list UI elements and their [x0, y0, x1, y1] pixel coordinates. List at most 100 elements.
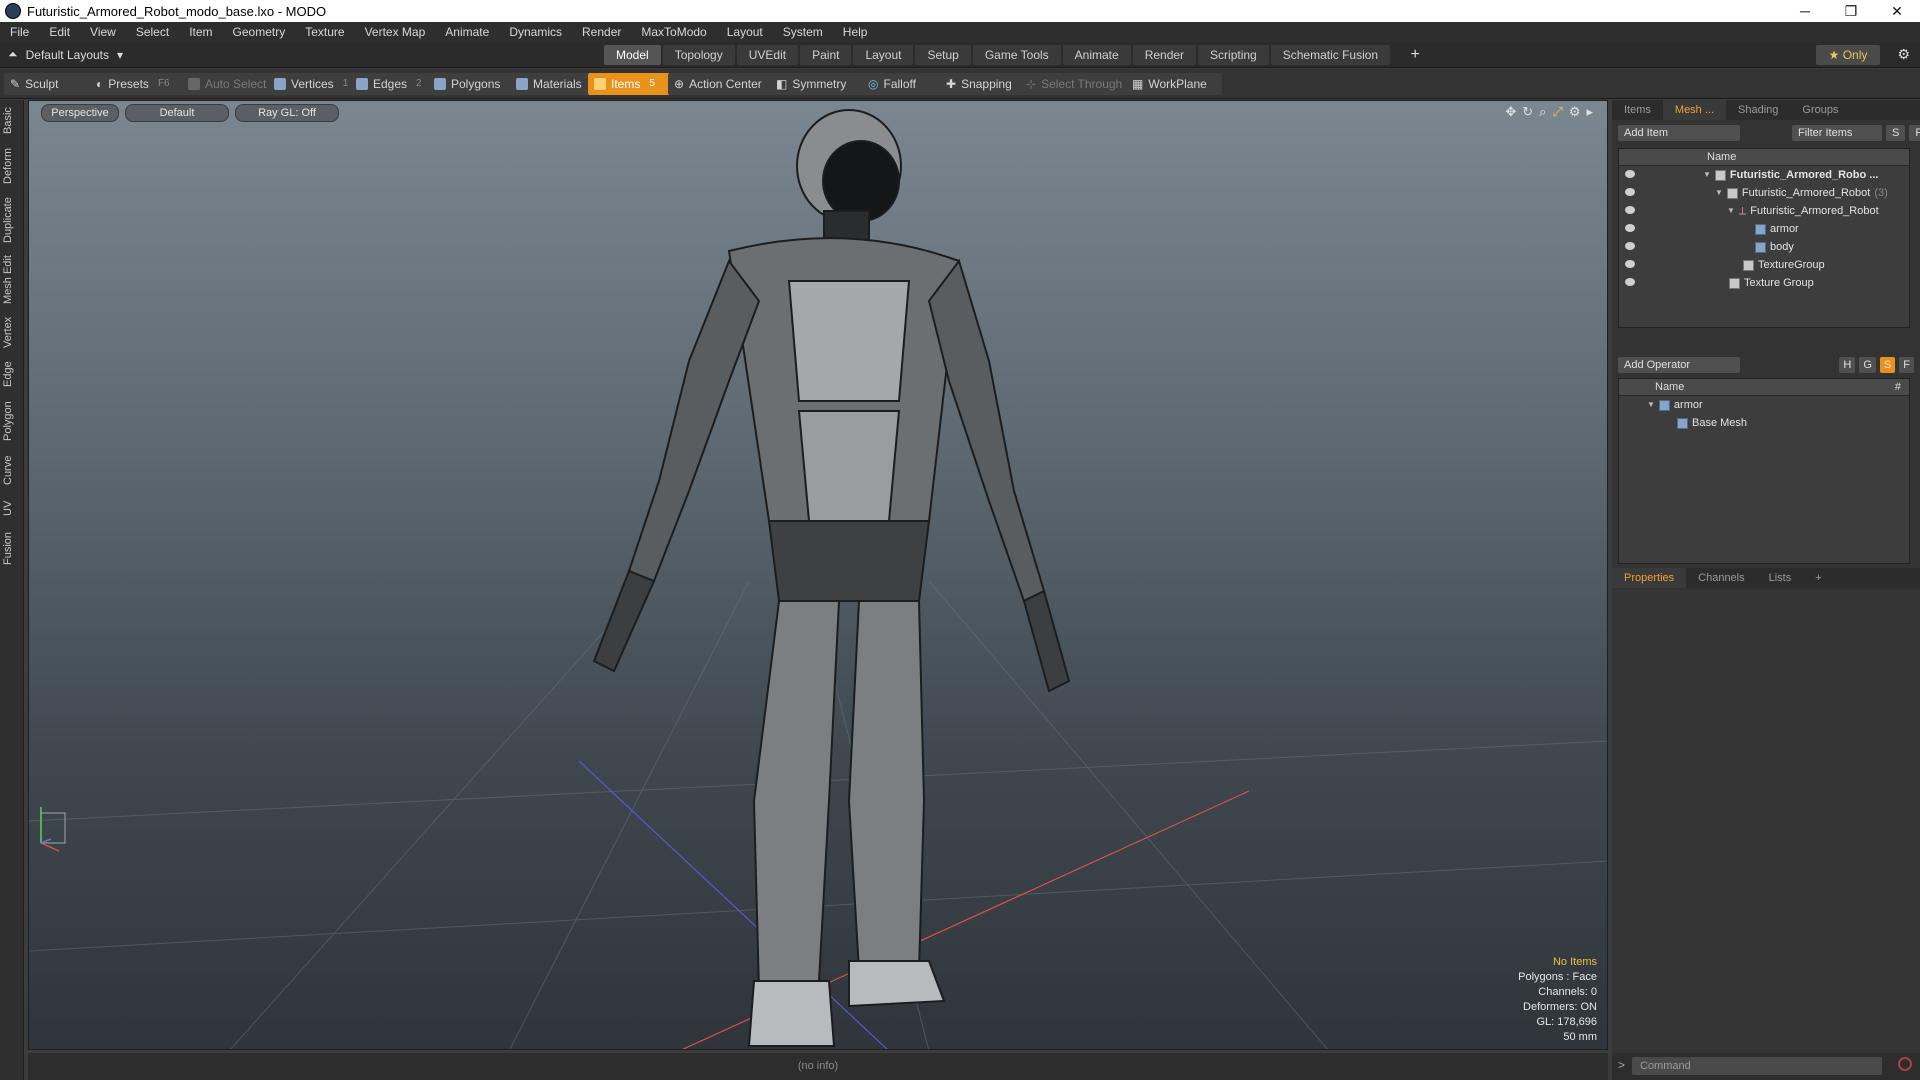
- rotate-icon[interactable]: ↻: [1522, 104, 1533, 120]
- tab-properties[interactable]: Properties: [1612, 568, 1687, 588]
- h-button[interactable]: H: [1839, 357, 1856, 373]
- tab-render[interactable]: Render: [1132, 45, 1197, 65]
- raygl-button[interactable]: Ray GL: Off: [235, 104, 339, 122]
- list-item[interactable]: ▼ ⟂ Futuristic_Armored_Robot: [1619, 202, 1909, 220]
- add-tab-icon[interactable]: +: [1392, 45, 1438, 65]
- action-center-button[interactable]: ⊕ Action Center: [668, 73, 782, 95]
- vertices-button[interactable]: Vertices 1: [268, 73, 362, 95]
- tab-deform[interactable]: Deform: [2, 146, 22, 186]
- eye-icon[interactable]: [1625, 260, 1635, 268]
- tab-channels[interactable]: Channels: [1686, 568, 1756, 588]
- materials-button[interactable]: Materials: [510, 73, 596, 95]
- menu-animate[interactable]: Animate: [435, 25, 499, 39]
- expand-icon[interactable]: ▼: [1703, 166, 1711, 184]
- tab-basic[interactable]: Basic: [2, 104, 22, 138]
- tab-paint[interactable]: Paint: [800, 45, 852, 65]
- menu-maxtomodo[interactable]: MaxToModo: [631, 25, 716, 39]
- eye-icon[interactable]: [1625, 224, 1635, 232]
- tab-curve[interactable]: Curve: [2, 452, 22, 488]
- list-item[interactable]: ▼ armor: [1619, 396, 1909, 414]
- f-button[interactable]: F: [1899, 357, 1914, 373]
- tab-mesh[interactable]: Mesh ...: [1662, 100, 1727, 120]
- only-toggle[interactable]: ★ Only: [1816, 45, 1880, 65]
- record-icon[interactable]: [1898, 1057, 1912, 1071]
- eye-icon[interactable]: [1625, 188, 1635, 196]
- zoom-icon[interactable]: ⌕: [1539, 104, 1546, 120]
- eye-icon[interactable]: [1625, 206, 1635, 214]
- list-item[interactable]: Base Mesh: [1619, 414, 1909, 432]
- eye-icon[interactable]: [1625, 170, 1635, 178]
- menu-geometry[interactable]: Geometry: [223, 25, 296, 39]
- tab-groups[interactable]: Groups: [1790, 100, 1850, 120]
- menu-render[interactable]: Render: [572, 25, 631, 39]
- items-button[interactable]: Items 5: [588, 73, 678, 95]
- sculpt-button[interactable]: ✎ Sculpt: [4, 73, 102, 95]
- menu-file[interactable]: File: [0, 25, 39, 39]
- tab-topology[interactable]: Topology: [662, 45, 735, 65]
- s-button[interactable]: S: [1886, 125, 1906, 141]
- list-item[interactable]: body: [1619, 238, 1909, 256]
- g-button[interactable]: G: [1859, 357, 1876, 373]
- eye-icon[interactable]: [1625, 242, 1635, 250]
- tab-polygon[interactable]: Polygon: [2, 398, 22, 444]
- minimize-button[interactable]: ─: [1782, 0, 1828, 22]
- menu-select[interactable]: Select: [126, 25, 179, 39]
- list-item[interactable]: ▼ Futuristic_Armored_Robo ...: [1619, 166, 1909, 184]
- menu-system[interactable]: System: [773, 25, 833, 39]
- list-item[interactable]: TextureGroup: [1619, 256, 1909, 274]
- tab-duplicate[interactable]: Duplicate: [2, 194, 22, 246]
- command-input[interactable]: Command: [1632, 1057, 1882, 1075]
- list-item[interactable]: ▼ Futuristic_Armored_Robot (3): [1619, 184, 1909, 202]
- tab-animate[interactable]: Animate: [1062, 45, 1131, 65]
- tab-mesh-edit[interactable]: Mesh Edit: [2, 254, 22, 306]
- tab-layout[interactable]: Layout: [853, 45, 914, 65]
- menu-edit[interactable]: Edit: [39, 25, 80, 39]
- tab-lists[interactable]: Lists: [1757, 568, 1804, 588]
- menu-vertex-map[interactable]: Vertex Map: [355, 25, 436, 39]
- 3d-viewport[interactable]: Perspective Default Ray GL: Off ✥ ↻ ⌕ ⤢ …: [28, 100, 1608, 1050]
- menu-help[interactable]: Help: [833, 25, 878, 39]
- tab-scripting[interactable]: Scripting: [1198, 45, 1269, 65]
- edges-button[interactable]: Edges 2: [350, 73, 440, 95]
- menu-dynamics[interactable]: Dynamics: [499, 25, 572, 39]
- menu-view[interactable]: View: [80, 25, 126, 39]
- tab-model[interactable]: Model: [604, 45, 661, 65]
- tab-uv[interactable]: UV: [2, 496, 22, 520]
- close-button[interactable]: ✕: [1874, 0, 1920, 22]
- expand-icon[interactable]: ▼: [1715, 184, 1723, 202]
- polygons-button[interactable]: Polygons: [428, 73, 514, 95]
- list-item[interactable]: Texture Group: [1619, 274, 1909, 292]
- filter-items-input[interactable]: Filter Items: [1792, 125, 1882, 141]
- add-operator-button[interactable]: Add Operator: [1618, 357, 1740, 373]
- tab-game-tools[interactable]: Game Tools: [972, 45, 1061, 65]
- select-through-button[interactable]: ⊹ Select Through: [1020, 73, 1134, 95]
- eye-icon[interactable]: [1625, 278, 1635, 286]
- tab-uvedit[interactable]: UVEdit: [736, 45, 799, 65]
- restore-button[interactable]: ❐: [1828, 0, 1874, 22]
- expand-arrow-icon[interactable]: ▸: [1586, 104, 1593, 120]
- fit-icon[interactable]: ⤢: [1552, 104, 1562, 120]
- tab-schematic-fusion[interactable]: Schematic Fusion: [1270, 45, 1391, 65]
- pan-icon[interactable]: ✥: [1505, 104, 1516, 120]
- gear-icon[interactable]: ⚙: [1897, 46, 1910, 63]
- f-button[interactable]: F: [1909, 125, 1920, 141]
- presets-button[interactable]: ◐ Presets F6: [90, 73, 186, 95]
- add-panel-tab-icon[interactable]: +: [1803, 568, 1833, 588]
- shading-default-button[interactable]: Default: [125, 104, 229, 122]
- auto-select-button[interactable]: Auto Select: [182, 73, 278, 95]
- symmetry-button[interactable]: ◧ Symmetry: [770, 73, 868, 95]
- s-button[interactable]: S: [1879, 357, 1896, 373]
- snapping-button[interactable]: ✚ Snapping: [940, 73, 1030, 95]
- tab-fusion[interactable]: Fusion: [2, 528, 22, 568]
- tab-edge[interactable]: Edge: [2, 358, 22, 390]
- viewport-gear-icon[interactable]: ⚙: [1569, 104, 1581, 120]
- menu-texture[interactable]: Texture: [295, 25, 354, 39]
- list-item[interactable]: armor: [1619, 220, 1909, 238]
- add-item-button[interactable]: Add Item: [1618, 125, 1740, 141]
- menu-layout[interactable]: Layout: [717, 25, 773, 39]
- view-perspective-button[interactable]: Perspective: [41, 104, 119, 122]
- expand-icon[interactable]: ▼: [1647, 396, 1655, 414]
- workplane-button[interactable]: ▦ WorkPlane: [1126, 73, 1222, 95]
- expand-icon[interactable]: ▼: [1727, 202, 1735, 220]
- tab-setup[interactable]: Setup: [915, 45, 971, 65]
